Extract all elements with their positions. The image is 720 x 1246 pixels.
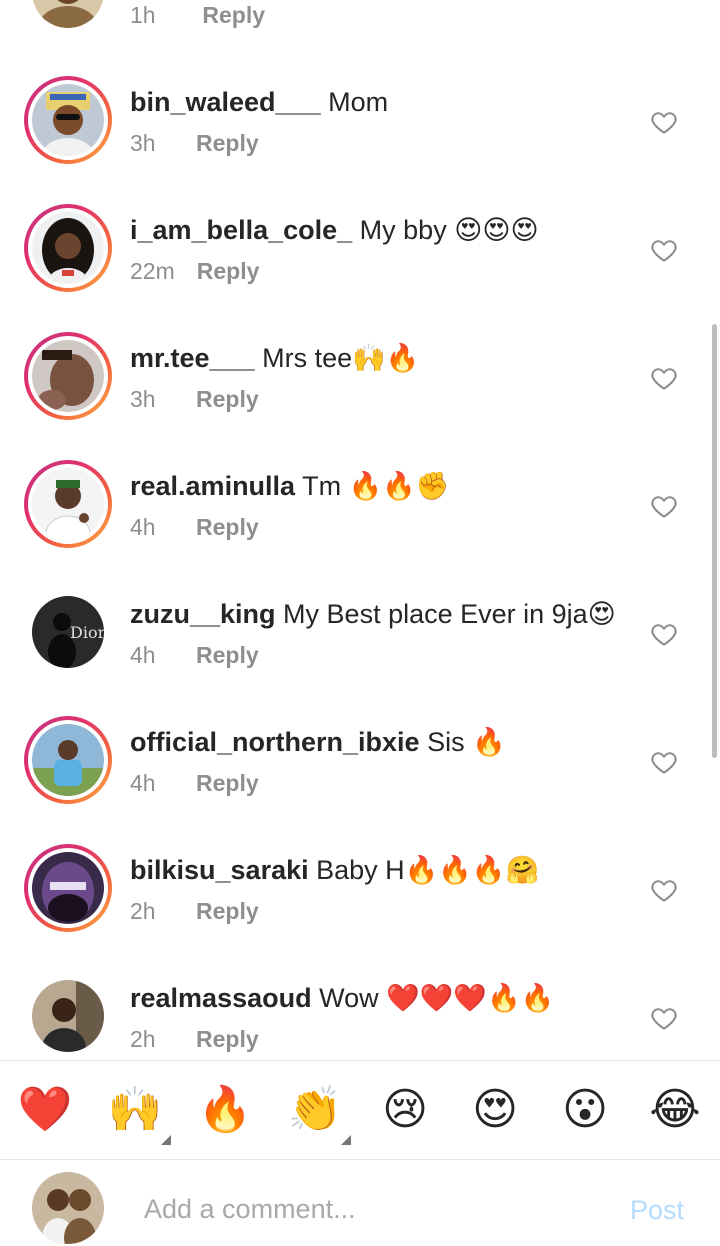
heart-icon[interactable] bbox=[650, 748, 678, 776]
comment-row: realmassaoud Wow ❤️❤️❤️🔥🔥 2h Reply bbox=[0, 972, 720, 1060]
comment-text: Mrs tee🙌🔥 bbox=[262, 343, 420, 373]
reply-button[interactable]: Reply bbox=[196, 514, 259, 540]
reply-button[interactable]: Reply bbox=[196, 642, 259, 668]
heart-icon[interactable] bbox=[650, 492, 678, 520]
comment-row: 1h Reply bbox=[0, 0, 720, 76]
comment-username[interactable]: bin_waleed___ bbox=[130, 87, 321, 117]
avatar[interactable] bbox=[24, 844, 112, 932]
reply-button[interactable]: Reply bbox=[202, 2, 265, 28]
comment-text: Baby H🔥🔥🔥🤗 bbox=[316, 855, 540, 885]
comment-time: 2h bbox=[130, 898, 156, 924]
comment-row: bilkisu_saraki Baby H🔥🔥🔥🤗 2h Reply bbox=[0, 844, 720, 972]
avatar[interactable]: Dior bbox=[24, 588, 112, 676]
reaction-crying-button[interactable]: 😢 bbox=[377, 1083, 433, 1137]
comment-username[interactable]: mr.tee___ bbox=[130, 343, 255, 373]
reaction-surprised-button[interactable]: 😮 bbox=[557, 1083, 613, 1137]
comment-text: My Best place Ever in 9ja😍 bbox=[283, 599, 616, 629]
comment-row: Dior zuzu__king My Best place Ever in 9j… bbox=[0, 588, 720, 716]
quick-reaction-bar: ❤️ 🙌 🔥 👏 😢 😍 😮 😂 bbox=[0, 1060, 720, 1160]
comment-input[interactable] bbox=[144, 1189, 604, 1229]
avatar[interactable] bbox=[24, 76, 112, 164]
comment-text: Sis 🔥 bbox=[427, 727, 506, 757]
comment-time: 3h bbox=[130, 386, 156, 412]
comment-username[interactable]: i_am_bella_cole_ bbox=[130, 215, 352, 245]
reaction-raised-hands-button[interactable]: 🙌 bbox=[107, 1083, 171, 1145]
reaction-fire-button[interactable]: 🔥 bbox=[197, 1083, 253, 1137]
comment-list[interactable]: 1h Reply bin_waleed___ Mom 3h Reply i_am_… bbox=[0, 0, 720, 1060]
comment-time: 2h bbox=[130, 1026, 156, 1052]
comment-text: My bby 😍😍😍 bbox=[359, 215, 539, 245]
comment-text: Mom bbox=[328, 87, 389, 117]
comment-username[interactable]: official_northern_ibxie bbox=[130, 727, 420, 757]
reply-button[interactable]: Reply bbox=[197, 258, 260, 284]
reaction-heart-button[interactable]: ❤️ bbox=[17, 1083, 73, 1137]
comment-username[interactable]: bilkisu_saraki bbox=[130, 855, 309, 885]
avatar[interactable] bbox=[24, 716, 112, 804]
comment-username[interactable]: zuzu__king bbox=[130, 599, 276, 629]
reaction-heart-eyes-button[interactable]: 😍 bbox=[467, 1083, 523, 1137]
heart-icon[interactable] bbox=[650, 108, 678, 136]
comment-username[interactable]: realmassaoud bbox=[130, 983, 312, 1013]
reply-button[interactable]: Reply bbox=[196, 130, 259, 156]
avatar[interactable] bbox=[24, 204, 112, 292]
reply-button[interactable]: Reply bbox=[196, 1026, 259, 1052]
comment-time: 4h bbox=[130, 770, 156, 796]
post-button[interactable]: Post bbox=[630, 1195, 684, 1226]
reaction-clap-button[interactable]: 👏 bbox=[287, 1083, 351, 1145]
comment-row: real.aminulla Tm 🔥🔥✊ 4h Reply bbox=[0, 460, 720, 588]
skin-tone-indicator bbox=[341, 1135, 351, 1145]
comment-time: 4h bbox=[130, 642, 156, 668]
svg-text:Dior: Dior bbox=[70, 623, 104, 642]
heart-icon[interactable] bbox=[650, 364, 678, 392]
reaction-laughing-button[interactable]: 😂 bbox=[647, 1083, 703, 1137]
avatar[interactable] bbox=[24, 0, 112, 36]
reply-button[interactable]: Reply bbox=[196, 770, 259, 796]
heart-icon[interactable] bbox=[650, 1004, 678, 1032]
heart-icon[interactable] bbox=[650, 620, 678, 648]
comment-username[interactable]: real.aminulla bbox=[130, 471, 295, 501]
comment-text: Tm 🔥🔥✊ bbox=[302, 471, 450, 501]
avatar[interactable] bbox=[24, 460, 112, 548]
scrollbar[interactable] bbox=[712, 324, 717, 758]
heart-icon[interactable] bbox=[650, 236, 678, 264]
comment-time: 3h bbox=[130, 130, 156, 156]
avatar[interactable] bbox=[24, 332, 112, 420]
comment-row: i_am_bella_cole_ My bby 😍😍😍 22m Reply bbox=[0, 204, 720, 332]
comment-row: mr.tee___ Mrs tee🙌🔥 3h Reply bbox=[0, 332, 720, 460]
comment-time: 22m bbox=[130, 258, 175, 284]
comment-time: 4h bbox=[130, 514, 156, 540]
skin-tone-indicator bbox=[161, 1135, 171, 1145]
comment-text: Wow ❤️❤️❤️🔥🔥 bbox=[319, 983, 555, 1013]
current-user-avatar bbox=[32, 1172, 104, 1244]
reply-button[interactable]: Reply bbox=[196, 386, 259, 412]
heart-icon[interactable] bbox=[650, 876, 678, 904]
comment-row: bin_waleed___ Mom 3h Reply bbox=[0, 76, 720, 204]
comment-composer: Post bbox=[0, 1159, 720, 1246]
comment-time: 1h bbox=[130, 2, 156, 28]
avatar[interactable] bbox=[24, 972, 112, 1060]
comment-row: official_northern_ibxie Sis 🔥 4h Reply bbox=[0, 716, 720, 844]
reply-button[interactable]: Reply bbox=[196, 898, 259, 924]
